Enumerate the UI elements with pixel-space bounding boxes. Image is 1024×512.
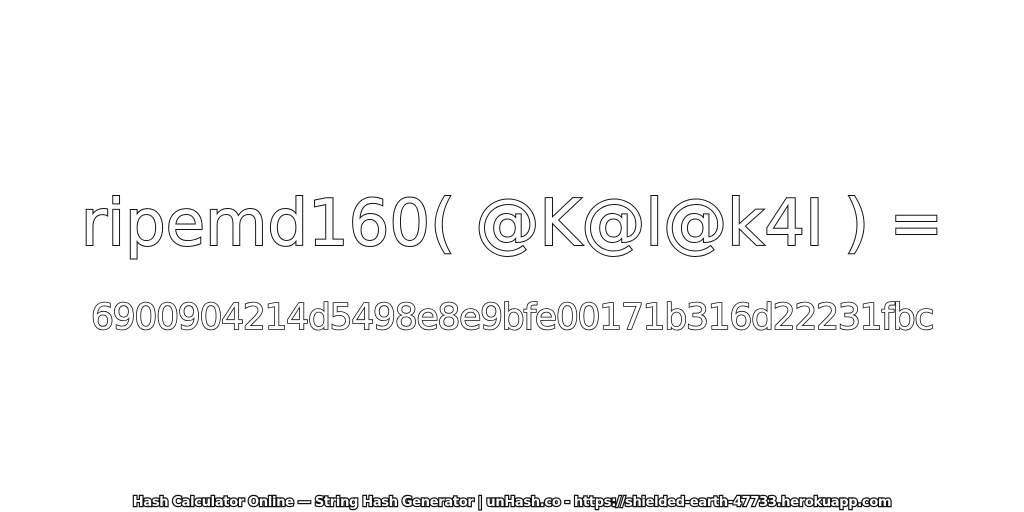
hash-expression-title: ripemd160( @K@l@k4I ) = [80, 186, 944, 262]
site-footer-credit: Hash Calculator Online — String Hash Gen… [132, 494, 893, 511]
hash-result-image: ripemd160( @K@l@k4I ) = 6900904214d5498e… [0, 0, 1024, 512]
hash-value-text: 6900904214d5498e8e9bfe00171b316d22231fbc [90, 296, 935, 339]
